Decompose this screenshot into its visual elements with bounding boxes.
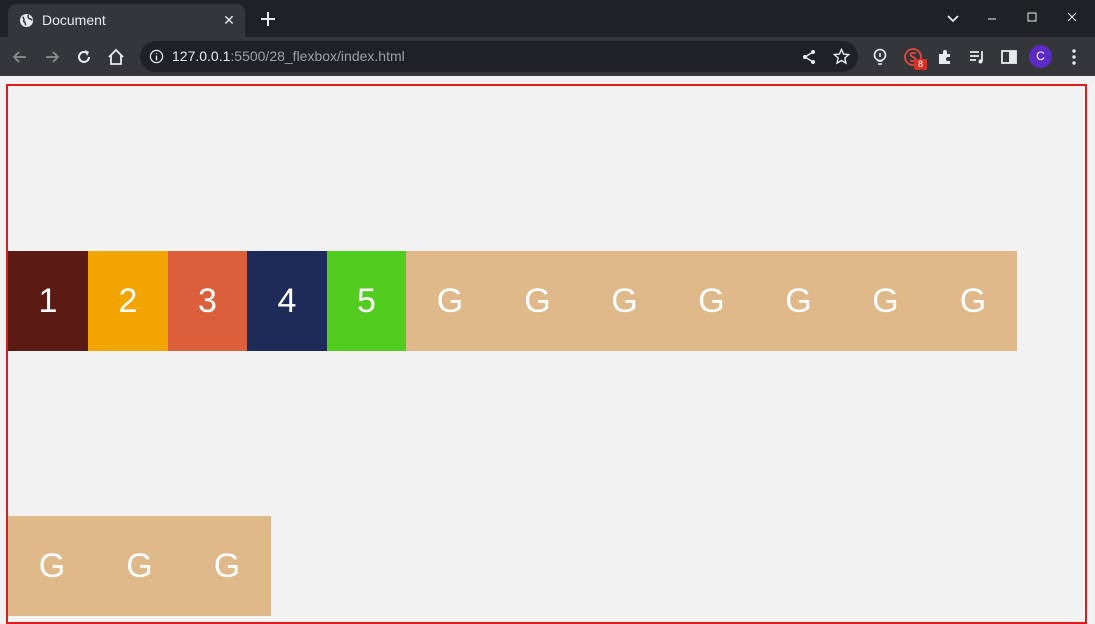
item-label: G: [213, 546, 241, 585]
media-queue-icon[interactable]: [967, 47, 987, 67]
url-path: :5500/28_flexbox/index.html: [230, 48, 405, 64]
flex-item-2: 2: [88, 251, 168, 351]
item-label: G: [524, 281, 551, 320]
flex-item-g: G: [494, 251, 581, 351]
puzzle-icon[interactable]: [935, 47, 955, 67]
item-label: G: [126, 546, 153, 585]
item-label: 5: [357, 281, 376, 320]
item-label: 1: [38, 281, 58, 320]
forward-icon[interactable]: [42, 47, 62, 67]
browser-toolbar: 127.0.0.1:5500/28_flexbox/index.html: [0, 37, 1095, 76]
flex-item-g: G: [96, 516, 183, 616]
flex-item-5: 5: [327, 251, 406, 351]
chevron-down-icon[interactable]: [941, 8, 965, 28]
flex-item-g: G: [581, 251, 668, 351]
item-label: G: [698, 281, 725, 320]
flex-item-g: G: [8, 516, 96, 616]
tab-strip: Document ✕: [0, 0, 1095, 37]
item-label: G: [611, 281, 638, 320]
star-icon[interactable]: [832, 47, 851, 66]
close-tab-icon[interactable]: ✕: [221, 12, 237, 28]
item-label: G: [872, 281, 899, 320]
reload-icon[interactable]: [74, 47, 94, 67]
flex-item-g: G: [755, 251, 842, 351]
globe-icon: [19, 13, 34, 28]
item-label: 4: [277, 281, 297, 320]
new-tab-icon[interactable]: [258, 9, 278, 29]
page-viewport: 1 2 3 4 5 G G G G G G G G G G: [0, 76, 1095, 624]
flex-item-g: G: [929, 251, 1017, 351]
side-panel-icon[interactable]: [999, 47, 1019, 67]
item-label: G: [959, 281, 987, 320]
flex-item-g: G: [406, 251, 494, 351]
url-text[interactable]: 127.0.0.1:5500/28_flexbox/index.html: [172, 48, 405, 65]
flex-item-g: G: [668, 251, 755, 351]
tab-title: Document: [42, 12, 106, 28]
item-label: 2: [118, 281, 138, 320]
kebab-menu-icon[interactable]: [1064, 47, 1084, 67]
flex-container: 1 2 3 4 5 G G G G G G G G G G: [6, 84, 1087, 624]
home-icon[interactable]: [106, 47, 126, 67]
tab-document[interactable]: Document ✕: [8, 4, 245, 37]
item-label: G: [38, 546, 66, 585]
flex-item-g: G: [183, 516, 271, 616]
close-window-icon[interactable]: [1060, 8, 1084, 28]
item-label: G: [785, 281, 812, 320]
item-label: G: [436, 281, 464, 320]
flex-item-4: 4: [247, 251, 327, 351]
share-icon[interactable]: [800, 48, 818, 66]
minimize-icon[interactable]: [980, 8, 1004, 28]
back-icon[interactable]: [10, 47, 30, 67]
extension-badge: 8: [914, 59, 927, 70]
flex-item-1: 1: [8, 251, 88, 351]
item-label: 3: [198, 281, 217, 320]
url-host: 127.0.0.1: [172, 48, 231, 64]
avatar[interactable]: C: [1029, 45, 1052, 68]
info-icon[interactable]: [149, 49, 164, 64]
flex-item-g: G: [842, 251, 929, 351]
address-bar[interactable]: 127.0.0.1:5500/28_flexbox/index.html: [140, 41, 858, 72]
bulb-extension-icon[interactable]: [870, 47, 890, 67]
flex-item-3: 3: [168, 251, 247, 351]
maximize-icon[interactable]: [1020, 8, 1044, 28]
